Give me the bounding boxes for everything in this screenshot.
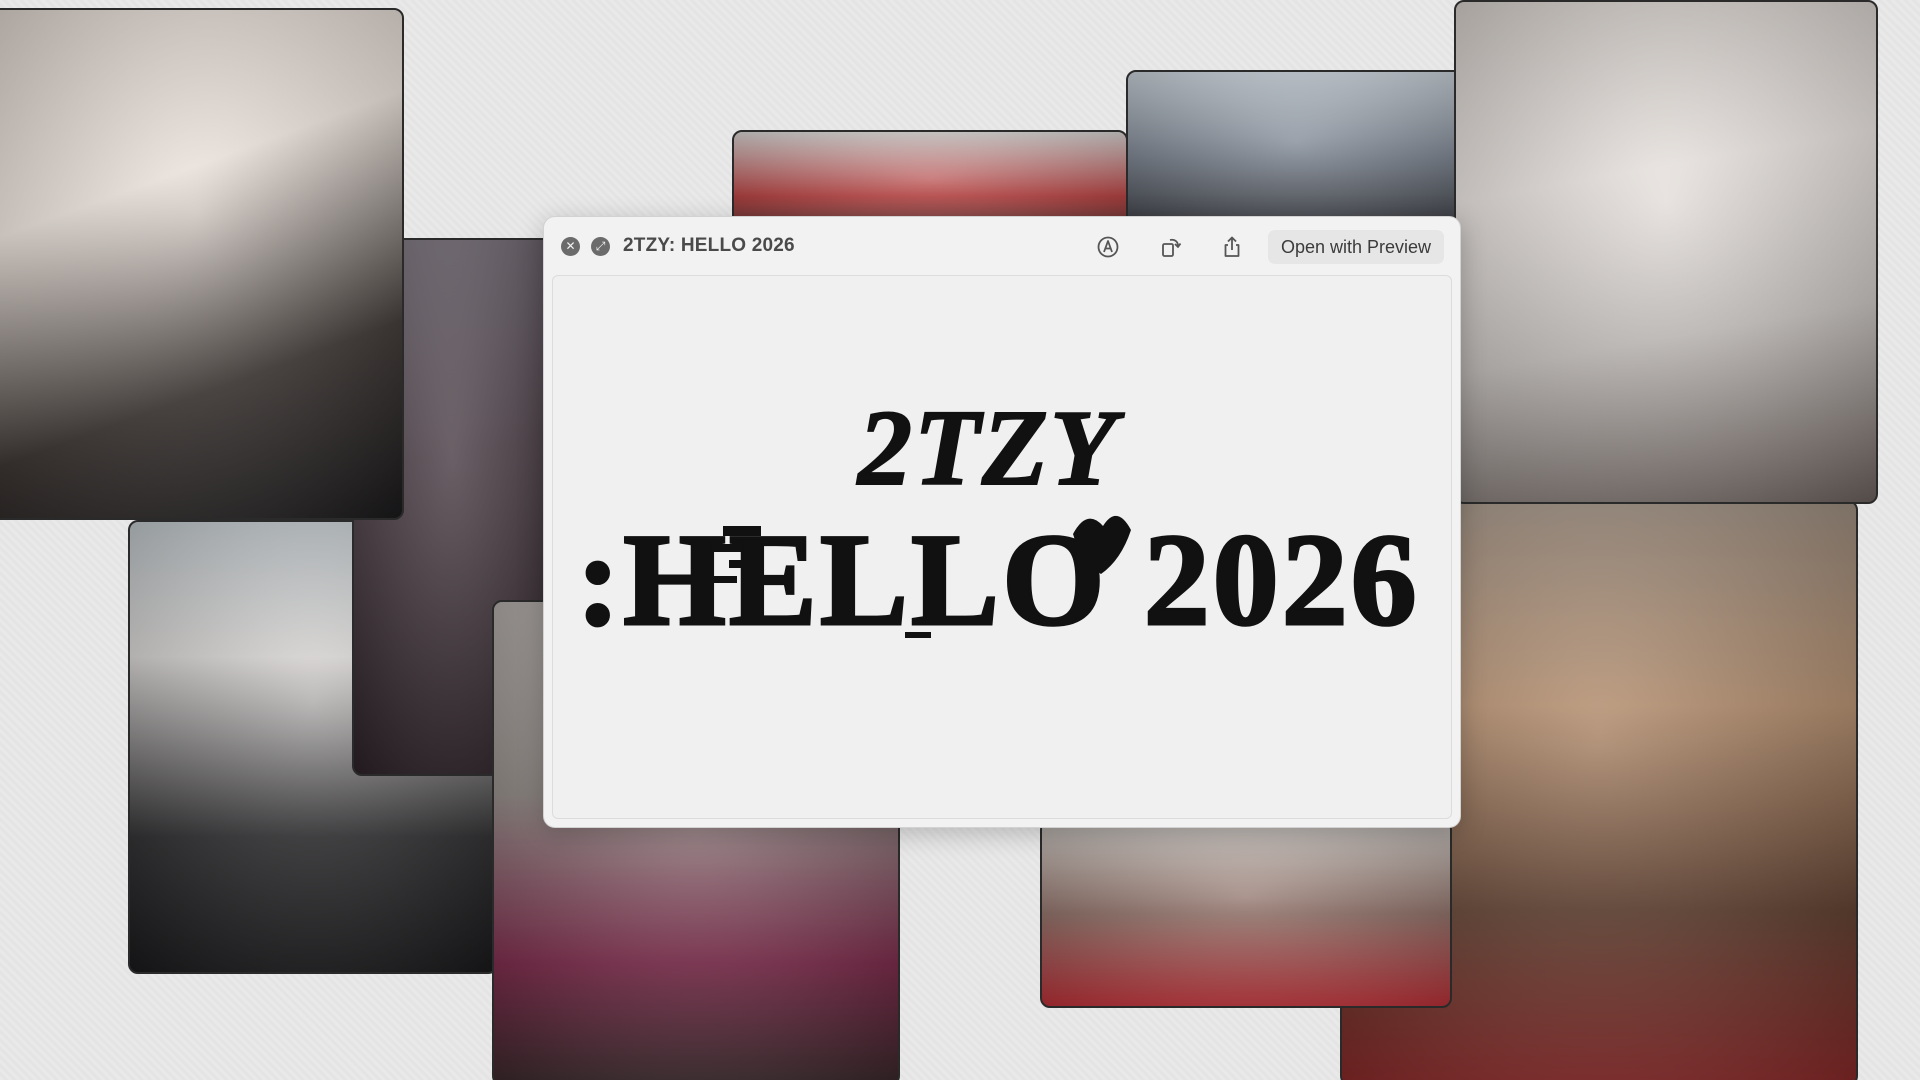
fullscreen-icon: ⤢ xyxy=(595,239,606,253)
open-with-preview-button[interactable]: Open with Preview xyxy=(1268,230,1444,264)
share-button[interactable] xyxy=(1217,232,1247,262)
quick-look-window: ✕ ⤢ 2TZY: HELLO 2026 Open with Preview 2… xyxy=(543,216,1461,828)
window-titlebar: ✕ ⤢ 2TZY: HELLO 2026 Open with Preview xyxy=(544,217,1460,275)
rotate-icon xyxy=(1162,238,1182,257)
fullscreen-button[interactable]: ⤢ xyxy=(591,237,610,256)
artwork-line2: :HELLO 2026 xyxy=(576,506,1419,653)
window-title: 2TZY: HELLO 2026 xyxy=(623,235,795,256)
rotate-button[interactable] xyxy=(1156,232,1186,262)
photo-tile xyxy=(1040,820,1452,1008)
close-button[interactable]: ✕ xyxy=(561,237,580,256)
share-icon xyxy=(1224,236,1240,257)
hello-2026-artwork: 2TZY :HELLO 2026 xyxy=(575,388,1419,655)
markup-icon xyxy=(1097,236,1119,258)
photo-tile xyxy=(1454,0,1878,504)
close-icon: ✕ xyxy=(565,239,576,253)
artwork-line1: 2TZY xyxy=(856,389,1125,508)
photo-tile xyxy=(0,8,404,520)
markup-button[interactable] xyxy=(1093,232,1123,262)
preview-area: 2TZY :HELLO 2026 xyxy=(552,275,1452,819)
